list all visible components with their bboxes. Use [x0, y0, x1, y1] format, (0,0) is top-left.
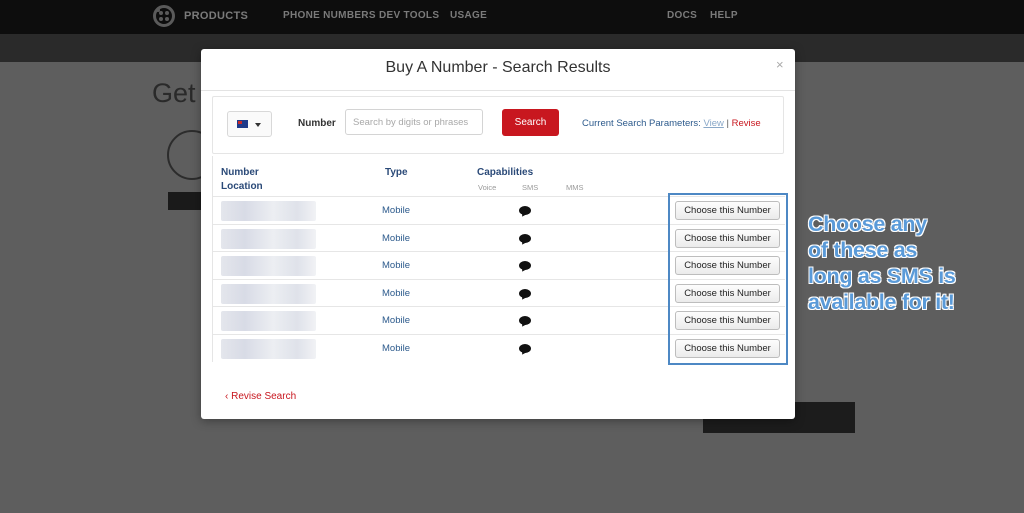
- number-type: Mobile: [382, 260, 410, 271]
- col-location-header: Location: [221, 181, 263, 192]
- number-search-input[interactable]: [345, 109, 483, 135]
- search-panel: Number Search Current Search Parameters:…: [212, 96, 784, 154]
- annotation-line: of these as: [808, 238, 918, 262]
- number-type: Mobile: [382, 315, 410, 326]
- cap-mms-header: MMS: [566, 183, 584, 192]
- nav-dev-tools[interactable]: DEV TOOLS: [379, 10, 439, 21]
- search-button[interactable]: Search: [502, 109, 559, 136]
- redacted-number: [221, 338, 316, 359]
- search-parameters: Current Search Parameters: View | Revise: [582, 118, 761, 129]
- cap-voice-header: Voice: [478, 183, 497, 192]
- caret-down-icon: [255, 123, 261, 127]
- sms-chat-bubble-icon: [519, 206, 531, 215]
- country-flag-icon: [237, 120, 248, 128]
- background-button: [168, 192, 202, 210]
- sms-chat-bubble-icon: [519, 343, 531, 353]
- sms-chat-bubble-icon: [519, 288, 531, 298]
- annotation-callout: Choose any of these as long as SMS is av…: [808, 211, 956, 315]
- redacted-number: [221, 283, 316, 304]
- number-type: Mobile: [382, 287, 410, 299]
- nav-docs[interactable]: DOCS: [667, 10, 697, 21]
- revise-params-link[interactable]: Revise: [732, 118, 761, 129]
- col-capabilities-header: Capabilities: [477, 167, 534, 178]
- number-type: Mobile: [382, 232, 410, 244]
- redacted-number: [221, 311, 316, 331]
- annotation-line: long as SMS is: [808, 264, 956, 288]
- number-type: Mobile: [382, 342, 410, 354]
- redacted-number: [221, 201, 316, 221]
- close-icon[interactable]: ×: [776, 57, 784, 72]
- modal-title: Buy A Number - Search Results: [385, 59, 611, 76]
- nav-usage[interactable]: USAGE: [450, 10, 487, 21]
- redacted-number: [221, 228, 316, 249]
- revise-search-link[interactable]: ‹ Revise Search: [225, 391, 296, 402]
- params-separator: |: [726, 118, 729, 129]
- sms-chat-bubble-icon: [519, 261, 531, 270]
- params-label: Current Search Parameters:: [582, 118, 701, 129]
- top-navigation: PRODUCTS PHONE NUMBERS DEV TOOLS USAGE D…: [0, 0, 1024, 34]
- background-page-title: Get: [152, 78, 196, 108]
- modal-header: Buy A Number - Search Results ×: [201, 49, 795, 91]
- brand-logo-icon[interactable]: [153, 5, 175, 27]
- nav-phone-numbers[interactable]: PHONE NUMBERS: [283, 10, 376, 21]
- col-number-header: Number: [221, 167, 259, 178]
- col-type-header: Type: [385, 167, 408, 178]
- sms-chat-bubble-icon: [519, 316, 531, 325]
- number-label: Number: [298, 118, 336, 129]
- highlight-box: [668, 193, 788, 365]
- annotation-line: Choose any: [808, 212, 927, 236]
- nav-products[interactable]: PRODUCTS: [184, 10, 248, 22]
- redacted-number: [221, 256, 316, 276]
- nav-help[interactable]: HELP: [710, 10, 738, 21]
- number-type: Mobile: [382, 205, 410, 216]
- cap-sms-header: SMS: [522, 183, 539, 192]
- annotation-line: available for it!: [808, 290, 955, 314]
- country-selector[interactable]: [227, 111, 272, 137]
- sms-chat-bubble-icon: [519, 233, 531, 243]
- view-params-link[interactable]: View: [703, 118, 723, 129]
